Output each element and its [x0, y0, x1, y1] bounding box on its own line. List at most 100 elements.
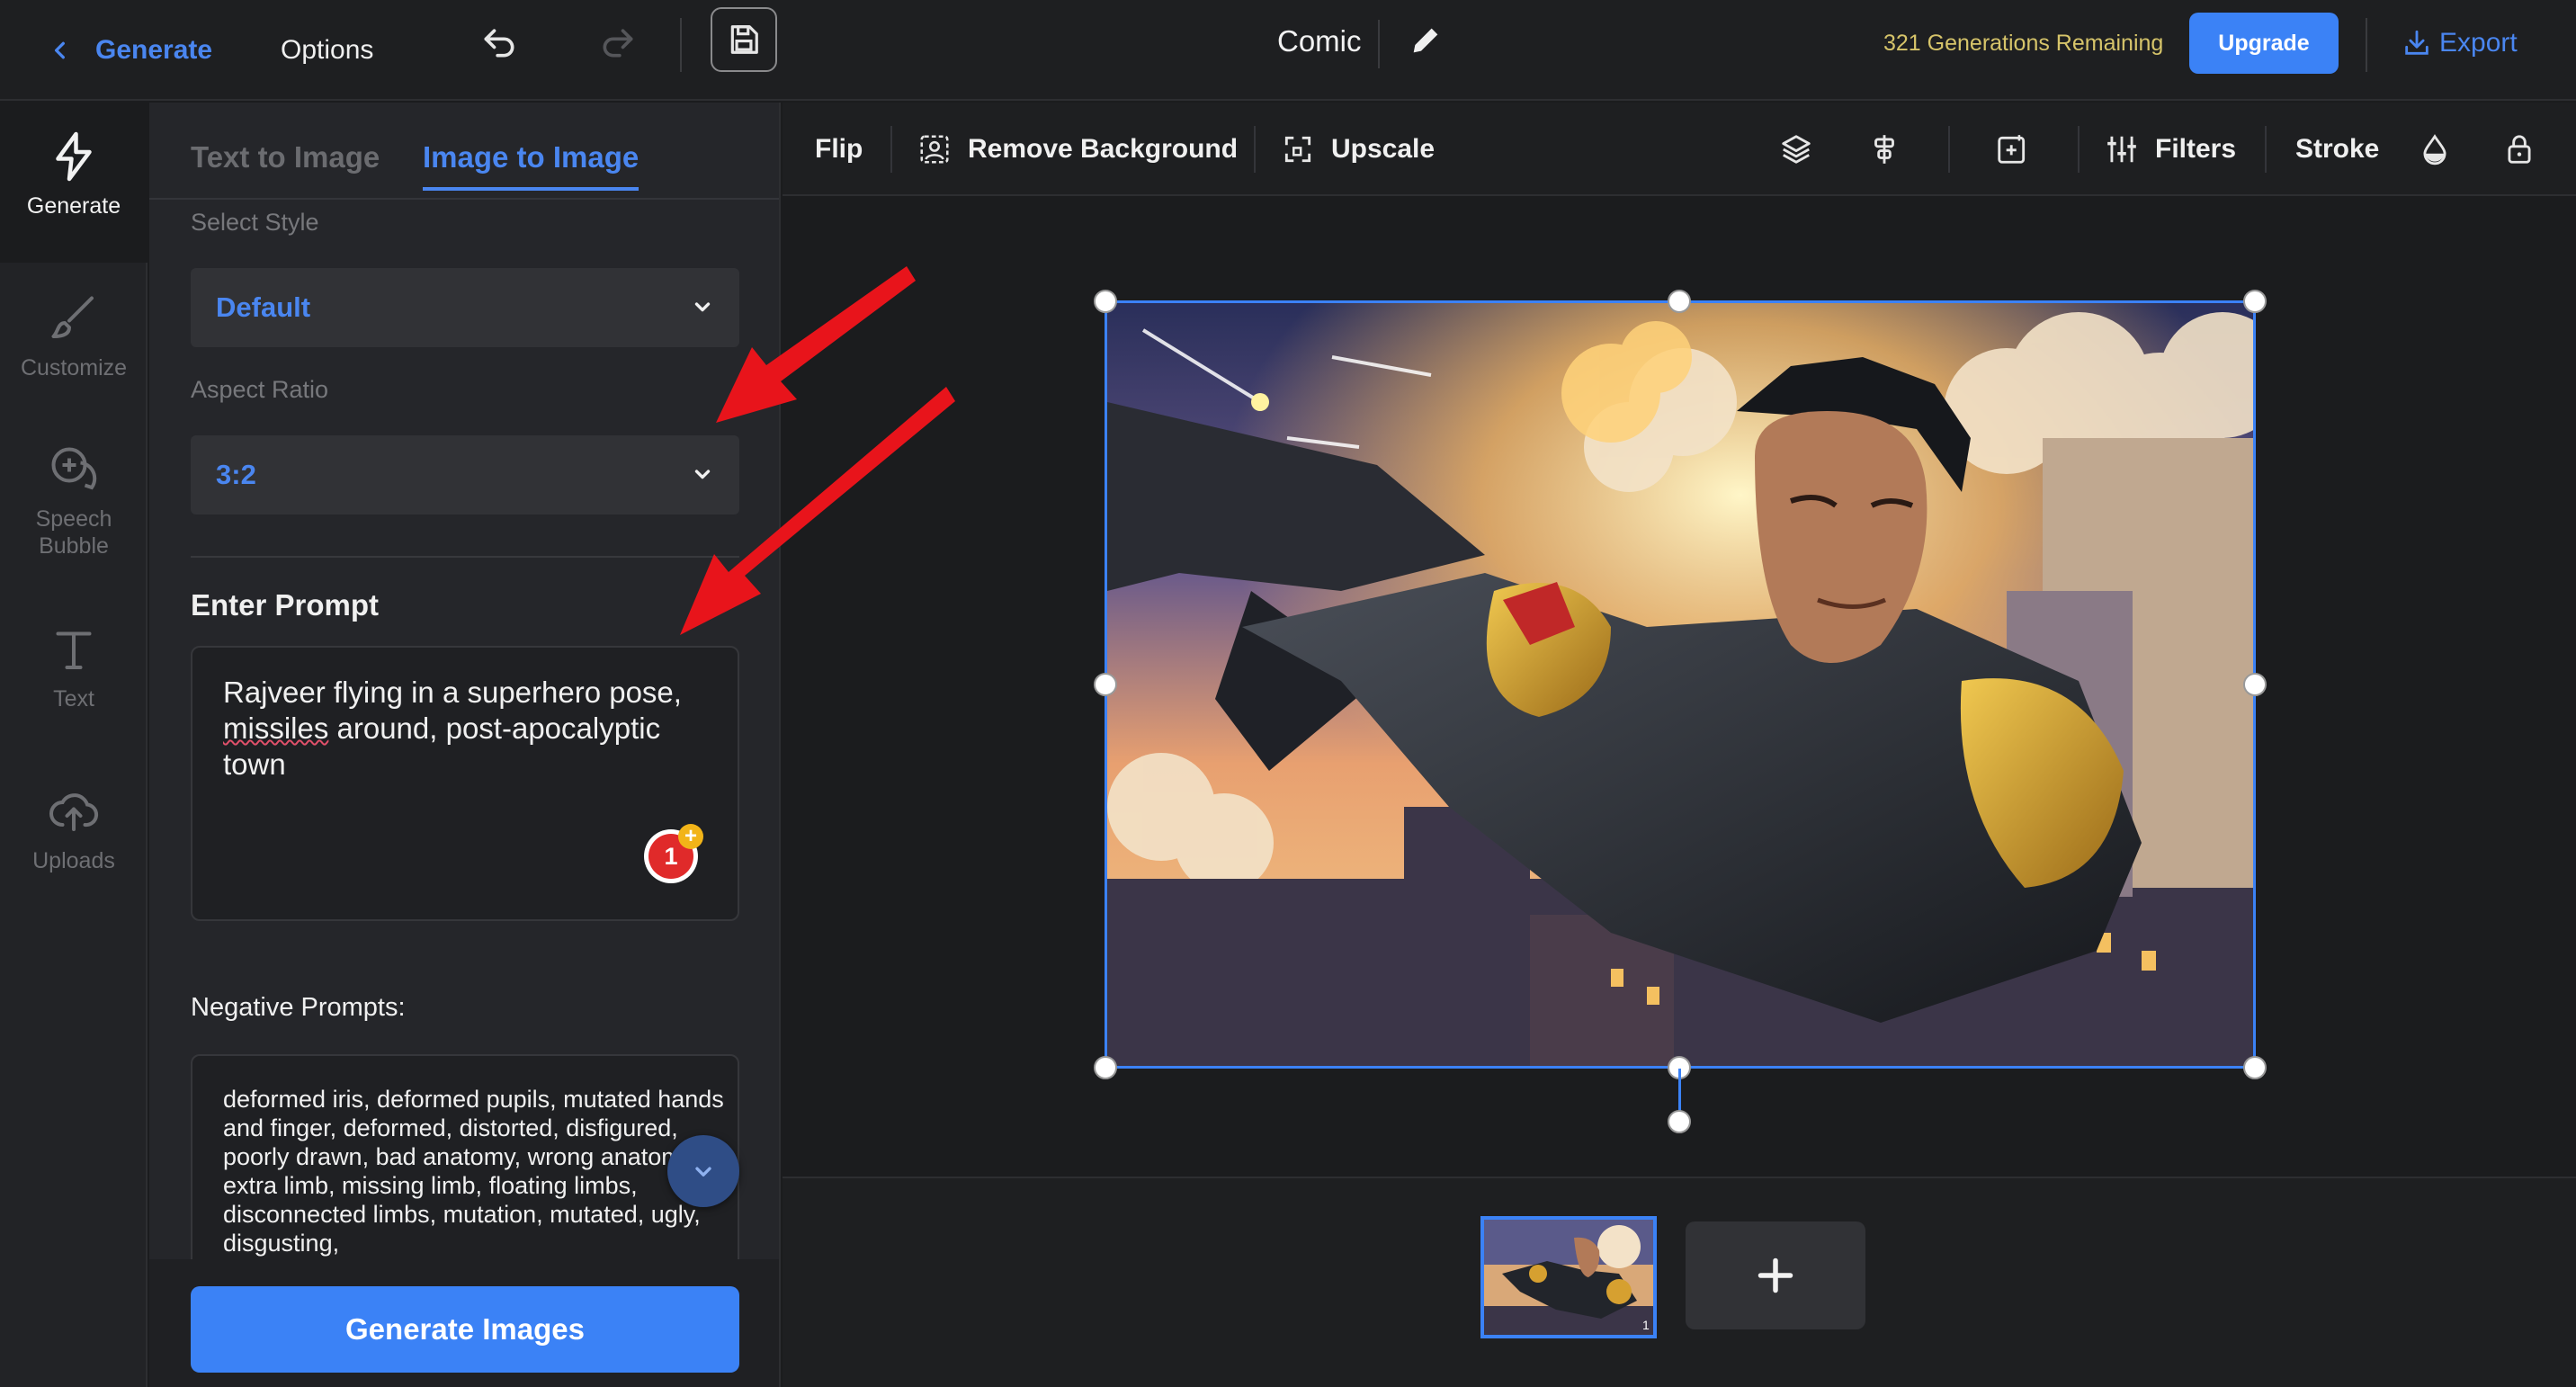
- aspect-ratio-dropdown[interactable]: 3:2: [191, 435, 739, 515]
- resize-handle-bottom-right[interactable]: [2243, 1056, 2267, 1079]
- layers-icon: [1782, 135, 1811, 164]
- project-name[interactable]: Comic: [1277, 20, 1362, 63]
- undo-button[interactable]: [477, 20, 522, 65]
- back-to-generate-button[interactable]: Generate: [50, 25, 212, 76]
- toolbar-divider: [890, 126, 892, 173]
- prompt-text-start: Rajveer flying in a superhero pose,: [223, 676, 682, 709]
- prompt-text: Rajveer flying in a superhero pose, miss…: [223, 675, 727, 783]
- save-button[interactable]: [711, 7, 777, 72]
- toolbar-divider: [2078, 126, 2080, 173]
- chevron-left-icon: [54, 41, 65, 59]
- opacity-button[interactable]: [2418, 126, 2452, 173]
- comic-panel-image[interactable]: [1105, 300, 2256, 1069]
- lock-button[interactable]: [2502, 126, 2536, 173]
- toolbar-divider: [680, 18, 682, 72]
- lightning-icon: [56, 131, 92, 182]
- resize-handle-top-right[interactable]: [2243, 290, 2267, 313]
- thumbnail-illustration: 1: [1484, 1220, 1653, 1335]
- options-menu[interactable]: Options: [281, 25, 373, 76]
- left-rail: Generate Customize Speech Bubble Text Up…: [0, 103, 148, 1387]
- layers-button[interactable]: [1779, 126, 1813, 173]
- plus-icon: [1758, 1257, 1793, 1293]
- export-divider: [2366, 18, 2367, 72]
- redo-button[interactable]: [595, 20, 640, 65]
- upgrade-button[interactable]: Upgrade: [2189, 13, 2339, 74]
- download-icon: [2405, 30, 2428, 55]
- chevron-down-icon: [695, 1167, 711, 1177]
- align-button[interactable]: [1867, 126, 1901, 173]
- redo-icon: [603, 29, 633, 58]
- prompt-misspelled-word: missiles: [223, 711, 329, 745]
- scroll-down-button[interactable]: [667, 1135, 739, 1207]
- toolbar-divider: [2265, 126, 2267, 173]
- generate-panel: Text to Image Image to Image Select Styl…: [149, 103, 781, 1387]
- save-icon: [730, 25, 758, 54]
- rail-item-speech-bubble[interactable]: Speech Bubble: [0, 443, 148, 559]
- speech-bubble-icon: [51, 447, 97, 490]
- resize-handle-top-left[interactable]: [1094, 290, 1117, 313]
- stroke-button[interactable]: Stroke: [2295, 126, 2379, 173]
- rail-item-text[interactable]: Text: [0, 622, 148, 712]
- page-strip: 1: [783, 1177, 2576, 1387]
- image-plus-icon: [1998, 135, 2026, 164]
- undo-icon: [484, 29, 514, 58]
- thumbnail-page-number: 1: [1642, 1318, 1650, 1332]
- pencil-icon: [1413, 28, 1438, 53]
- comic-illustration: [1107, 303, 2253, 1066]
- text-icon: [56, 631, 92, 669]
- grammar-check-badge[interactable]: 1 +: [644, 824, 703, 883]
- resize-handle-bottom-left[interactable]: [1094, 1056, 1117, 1079]
- negative-prompt-text: deformed iris, deformed pupils, mutated …: [223, 1086, 724, 1257]
- rail-label: Speech Bubble: [35, 506, 112, 559]
- tab-text-to-image[interactable]: Text to Image: [191, 140, 380, 187]
- resize-handle-left[interactable]: [1094, 673, 1117, 696]
- filters-button[interactable]: Filters: [2105, 126, 2236, 173]
- toolbar-divider: [1948, 126, 1950, 173]
- prompt-input[interactable]: Rajveer flying in a superhero pose, miss…: [191, 646, 739, 921]
- generations-remaining: 321 Generations Remaining: [1883, 30, 2164, 56]
- upscale-label: Upscale: [1331, 134, 1436, 164]
- style-value: Default: [216, 291, 311, 323]
- generate-images-button[interactable]: Generate Images: [191, 1286, 739, 1373]
- aspect-ratio-label: Aspect Ratio: [191, 376, 329, 403]
- page-thumbnail[interactable]: 1: [1480, 1216, 1657, 1338]
- remove-background-button[interactable]: Remove Background: [917, 126, 1238, 173]
- rail-label: Generate: [26, 193, 121, 219]
- badge-plus-icon: +: [678, 824, 703, 849]
- select-style-label: Select Style: [191, 209, 319, 236]
- back-label: Generate: [95, 35, 213, 65]
- generate-tabs: Text to Image Image to Image: [149, 103, 779, 200]
- aspect-ratio-value: 3:2: [216, 459, 256, 490]
- top-bar: Generate Options Comic 321 Generations R…: [0, 0, 2576, 101]
- export-button[interactable]: Export: [2402, 23, 2518, 63]
- style-dropdown[interactable]: Default: [191, 268, 739, 347]
- cloud-upload-icon: [49, 793, 99, 831]
- lock-icon: [2508, 135, 2531, 164]
- rail-item-uploads[interactable]: Uploads: [0, 784, 148, 874]
- stroke-label: Stroke: [2295, 134, 2380, 164]
- add-page-button[interactable]: [1686, 1221, 1865, 1329]
- resize-handle-right[interactable]: [2243, 673, 2267, 696]
- canvas-toolbar: Flip Remove Background Upscale Filters S…: [783, 103, 2576, 196]
- upscale-button[interactable]: Upscale: [1281, 126, 1435, 173]
- flip-button[interactable]: Flip: [815, 126, 863, 173]
- tab-image-to-image[interactable]: Image to Image: [423, 140, 640, 191]
- resize-handle-top[interactable]: [1668, 290, 1691, 313]
- enter-prompt-label: Enter Prompt: [191, 588, 380, 622]
- remove-background-label: Remove Background: [968, 134, 1239, 164]
- negative-prompts-label: Negative Prompts:: [191, 993, 406, 1022]
- toolbar-divider: [1254, 126, 1256, 173]
- rail-item-generate[interactable]: Generate: [0, 103, 148, 263]
- filters-label: Filters: [2155, 134, 2237, 164]
- rotate-handle[interactable]: [1668, 1110, 1691, 1133]
- align-center-icon: [1874, 135, 1894, 164]
- add-image-button[interactable]: [1995, 126, 2029, 173]
- chevron-down-icon: [694, 302, 711, 312]
- sliders-icon: [2107, 136, 2136, 163]
- rail-item-customize[interactable]: Customize: [0, 291, 148, 381]
- flip-label: Flip: [815, 134, 863, 164]
- rename-project-button[interactable]: [1403, 18, 1448, 63]
- generate-footer: Generate Images: [149, 1259, 779, 1387]
- chevron-down-icon: [694, 470, 711, 479]
- export-label: Export: [2439, 28, 2518, 58]
